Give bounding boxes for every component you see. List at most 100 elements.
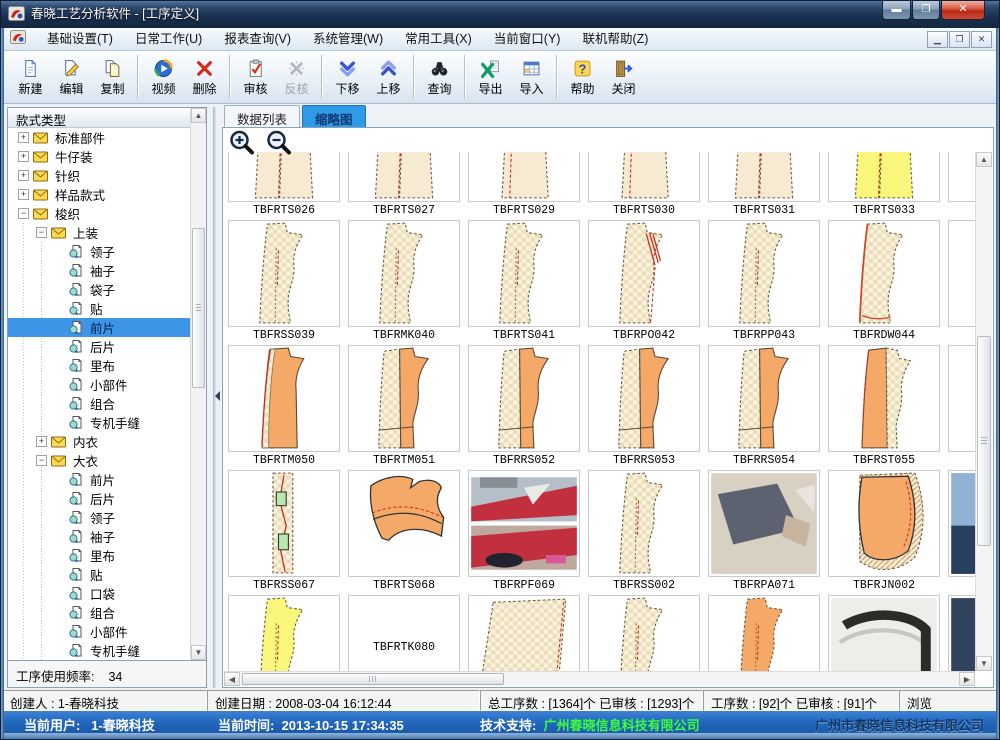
- thumbnail-cell[interactable]: TBFRTM050: [228, 345, 340, 469]
- thumbnail-cell[interactable]: TBFRTS030: [588, 152, 700, 219]
- thumbnail-image[interactable]: [348, 345, 460, 452]
- expand-plus-icon[interactable]: +: [18, 151, 29, 162]
- tree-item[interactable]: 组合: [8, 394, 190, 413]
- grid-hscrollbar-thumb[interactable]: [242, 673, 504, 685]
- mdi-restore-button[interactable]: ❐: [949, 31, 970, 48]
- grid-vertical-scrollbar[interactable]: ▲ ▼: [975, 152, 992, 671]
- thumbnail-cell[interactable]: TBFRPO042: [588, 220, 700, 344]
- menu-item-6[interactable]: 联机帮助(Z): [571, 28, 659, 50]
- thumbnail-cell[interactable]: TBFRDW044: [828, 220, 940, 344]
- tree-scrollbar-thumb[interactable]: [192, 228, 205, 388]
- zoom-out-icon[interactable]: [266, 130, 293, 156]
- thumbnail-cell[interactable]: TBFRSS039: [228, 220, 340, 344]
- thumbnail-image[interactable]: [468, 345, 580, 452]
- toolbar-button-export[interactable]: 导出: [470, 53, 511, 101]
- thumbnail-image[interactable]: [468, 152, 580, 202]
- thumbnail-cell[interactable]: [468, 595, 580, 671]
- collapse-minus-icon[interactable]: −: [18, 208, 29, 219]
- thumbnail-image[interactable]: [588, 220, 700, 327]
- thumbnail-cell[interactable]: [948, 470, 975, 594]
- tree-item[interactable]: 袖子: [8, 527, 190, 546]
- tree-item[interactable]: 组合: [8, 603, 190, 622]
- thumbnail-image[interactable]: [228, 470, 340, 577]
- tree-item[interactable]: 口袋: [8, 584, 190, 603]
- thumbnail-cell[interactable]: TBFRTS027: [348, 152, 460, 219]
- toolbar-button-audit[interactable]: 审核: [235, 53, 276, 101]
- thumbnail-image[interactable]: [948, 470, 975, 577]
- thumbnail-image[interactable]: [228, 220, 340, 327]
- thumbnail-image[interactable]: [948, 152, 975, 202]
- thumbnail-cell[interactable]: TBFRTS026: [228, 152, 340, 219]
- thumbnail-image[interactable]: [948, 345, 975, 452]
- tree-item[interactable]: +样品款式: [8, 185, 190, 204]
- tree-item[interactable]: 后片: [8, 489, 190, 508]
- thumbnail-image[interactable]: [468, 220, 580, 327]
- thumbnail-image[interactable]: [468, 470, 580, 577]
- thumbnail-image[interactable]: [708, 345, 820, 452]
- panel-splitter[interactable]: [207, 107, 222, 688]
- thumbnail-cell[interactable]: TBFRSS002: [588, 470, 700, 594]
- thumbnail-image[interactable]: [588, 470, 700, 577]
- thumbnail-image[interactable]: [228, 345, 340, 452]
- expand-plus-icon[interactable]: +: [18, 189, 29, 200]
- tree-item[interactable]: 里布: [8, 546, 190, 565]
- thumbnail-cell[interactable]: [948, 595, 975, 671]
- tree-item[interactable]: 专机手缝: [8, 641, 190, 660]
- thumbnail-cell[interactable]: TBFRPF069: [468, 470, 580, 594]
- tab-thumbnail-view[interactable]: 缩略图: [302, 105, 366, 127]
- thumbnail-cell[interactable]: [828, 595, 940, 671]
- tree-item[interactable]: +牛仔装: [8, 147, 190, 166]
- grid-scroll-left-button[interactable]: ◀: [224, 672, 240, 686]
- thumbnail-cell[interactable]: TBFRTS029: [468, 152, 580, 219]
- thumbnail-image[interactable]: [348, 470, 460, 577]
- collapse-minus-icon[interactable]: −: [36, 455, 47, 466]
- thumbnail-cell[interactable]: TBFRTM051: [348, 345, 460, 469]
- toolbar-button-delete[interactable]: 删除: [184, 53, 225, 101]
- tab-data-list[interactable]: 数据列表: [224, 105, 300, 127]
- menu-item-0[interactable]: 基础设置(T): [36, 28, 124, 50]
- thumbnail-image[interactable]: [828, 345, 940, 452]
- thumbnail-image[interactable]: [708, 595, 820, 671]
- tree-item[interactable]: −梭织: [8, 204, 190, 223]
- menu-item-2[interactable]: 报表查询(V): [213, 28, 302, 50]
- thumbnail-cell[interactable]: TBFRTS041: [468, 220, 580, 344]
- tree-scroll-down-button[interactable]: ▼: [191, 645, 206, 660]
- toolbar-button-move-down[interactable]: 下移: [327, 53, 368, 101]
- thumbnail-image[interactable]: [228, 152, 340, 202]
- mdi-minimize-button[interactable]: ▁: [927, 31, 948, 48]
- mdi-close-button[interactable]: ✕: [971, 31, 992, 48]
- thumbnail-cell[interactable]: TBFRMK040: [348, 220, 460, 344]
- tree-item-selected[interactable]: 前片: [8, 318, 190, 337]
- tree-item[interactable]: +内衣: [8, 432, 190, 451]
- thumbnail-image[interactable]: [948, 595, 975, 671]
- thumbnail-image[interactable]: [708, 470, 820, 577]
- menu-item-3[interactable]: 系统管理(W): [302, 28, 394, 50]
- tree-scroll-up-button[interactable]: ▲: [191, 108, 206, 123]
- menu-item-4[interactable]: 常用工具(X): [394, 28, 483, 50]
- thumbnail-cell[interactable]: TBFRRS052: [468, 345, 580, 469]
- tree-item[interactable]: 小部件: [8, 622, 190, 641]
- maximize-button[interactable]: ❐: [912, 1, 940, 20]
- collapse-arrow-icon[interactable]: [210, 391, 220, 401]
- thumbnail-image[interactable]: [468, 595, 580, 671]
- thumbnail-image[interactable]: [828, 595, 940, 671]
- thumbnail-cell[interactable]: TBFRPA071: [708, 470, 820, 594]
- toolbar-button-new[interactable]: 新建: [10, 53, 51, 101]
- thumbnail-image[interactable]: [228, 595, 340, 671]
- expand-plus-icon[interactable]: +: [18, 170, 29, 181]
- grid-scroll-down-button[interactable]: ▼: [976, 656, 992, 671]
- collapse-minus-icon[interactable]: −: [36, 227, 47, 238]
- thumbnail-cell[interactable]: TBFRTK080: [348, 595, 460, 671]
- thumbnail-cell[interactable]: [948, 345, 975, 469]
- toolbar-button-help[interactable]: ?帮助: [562, 53, 603, 101]
- grid-scroll-right-button[interactable]: ▶: [959, 672, 975, 686]
- thumbnail-cell[interactable]: TBFRRS053: [588, 345, 700, 469]
- thumbnail-cell[interactable]: [708, 595, 820, 671]
- toolbar-button-close[interactable]: 关闭: [603, 53, 644, 101]
- thumbnail-cell[interactable]: TBFRTS033: [828, 152, 940, 219]
- tree-item[interactable]: 袋子: [8, 280, 190, 299]
- thumbnail-image[interactable]: [588, 345, 700, 452]
- thumbnail-image[interactable]: [828, 220, 940, 327]
- thumbnail-image[interactable]: [828, 152, 940, 202]
- toolbar-button-import[interactable]: 导入: [511, 53, 552, 101]
